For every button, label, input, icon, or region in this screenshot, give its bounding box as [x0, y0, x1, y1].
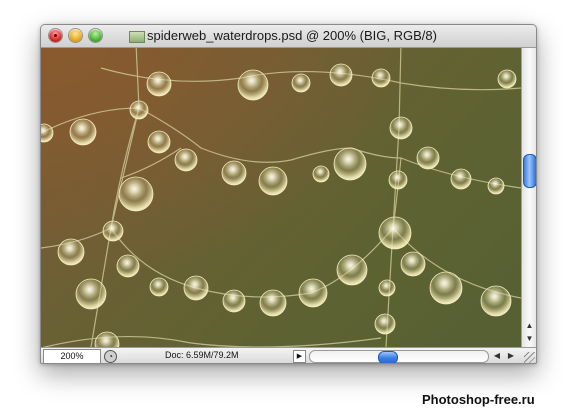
scroll-right-arrow[interactable]: ▶	[505, 350, 517, 361]
scroll-down-arrow[interactable]: ▼	[522, 333, 536, 345]
vertical-scrollbar[interactable]: ▲ ▼	[521, 48, 536, 347]
image-canvas[interactable]	[41, 48, 521, 347]
horizontal-scrollbar[interactable]	[309, 350, 489, 363]
watermark: Photoshop-free.ru	[422, 392, 535, 407]
scroll-left-arrow[interactable]: ◀	[491, 350, 503, 361]
status-bar: 200% ◔ Doc: 6.59M/79.2M ▶ ◀ ▶	[41, 347, 536, 363]
spiderweb-image	[41, 48, 521, 347]
document-window: spiderweb_waterdrops.psd @ 200% (BIG, RG…	[40, 24, 537, 364]
status-menu-play-icon[interactable]: ▶	[293, 350, 306, 363]
horizontal-scroll-thumb[interactable]	[378, 351, 398, 363]
close-icon[interactable]	[49, 29, 62, 42]
window-title: spiderweb_waterdrops.psd @ 200% (BIG, RG…	[147, 28, 437, 43]
document-proxy-icon[interactable]	[129, 31, 145, 43]
navigator-icon[interactable]: ◔	[104, 350, 117, 363]
document-size-info: Doc: 6.59M/79.2M	[165, 350, 239, 360]
title-bar[interactable]: spiderweb_waterdrops.psd @ 200% (BIG, RG…	[41, 25, 536, 48]
water-drops	[41, 63, 517, 347]
vertical-scroll-thumb[interactable]	[523, 154, 536, 188]
resize-grip-icon[interactable]	[524, 352, 535, 363]
zoom-level-field[interactable]: 200%	[43, 349, 101, 363]
zoom-icon[interactable]	[89, 29, 102, 42]
minimize-icon[interactable]	[69, 29, 82, 42]
scroll-up-arrow[interactable]: ▲	[522, 320, 536, 332]
